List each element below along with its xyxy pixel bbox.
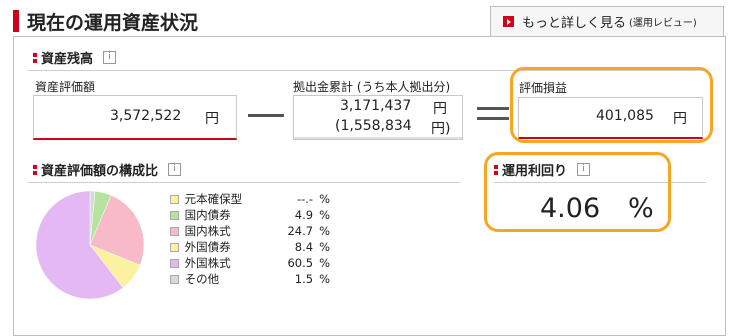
legend-value: --.- xyxy=(296,192,314,206)
minus-sign xyxy=(248,114,284,117)
legend-value: 24.7 xyxy=(287,224,314,238)
gain-highlight-oval xyxy=(510,67,713,143)
composition-section-header: 資産評価額の構成比 i xyxy=(33,160,182,179)
legend-label: 国内債券 xyxy=(184,208,231,222)
composition-divider xyxy=(28,182,460,183)
legend-value: 8.4 xyxy=(294,240,314,254)
info-icon[interactable]: i xyxy=(168,163,182,176)
legend-label: 元本確保型 xyxy=(184,192,243,206)
legend-unit: % xyxy=(319,272,330,286)
asset-value-yen: 円 xyxy=(205,111,219,127)
legend-item: 国内株式 24.7 % xyxy=(170,223,330,239)
composition-pie-chart xyxy=(35,190,145,300)
legend-item: 外国債券 8.4 % xyxy=(170,239,330,255)
legend-unit: % xyxy=(319,224,330,238)
equals-sign-bottom xyxy=(477,117,509,120)
legend-label: 外国債券 xyxy=(184,240,231,254)
contribution-personal-yen: 円) xyxy=(431,121,451,137)
composition-legend: 元本確保型 --.- % 国内債券 4.9 % 国内株式 24.7 % 外国債券… xyxy=(170,191,330,287)
section-marker-icon xyxy=(33,52,37,57)
legend-swatch xyxy=(170,258,179,268)
legend-swatch xyxy=(170,274,179,284)
legend-swatch xyxy=(170,210,179,220)
legend-unit: % xyxy=(319,256,330,270)
asset-value: 3,572,522 xyxy=(110,108,182,124)
legend-label: その他 xyxy=(184,272,220,286)
contribution-personal: (1,558,834 xyxy=(335,118,412,134)
legend-label: 国内株式 xyxy=(184,224,231,238)
arrow-right-icon xyxy=(503,16,514,27)
more-details-sublabel: (運用レビュー) xyxy=(629,18,697,29)
more-details-label: もっと詳しく見る xyxy=(522,16,627,31)
legend-label: 外国株式 xyxy=(184,256,231,270)
legend-swatch xyxy=(170,194,179,204)
legend-value: 60.5 xyxy=(287,256,314,270)
balance-section-title: 資産残高 xyxy=(41,52,94,67)
legend-value: 4.9 xyxy=(294,208,314,222)
legend-swatch xyxy=(170,226,179,236)
more-details-button[interactable]: もっと詳しく見る (運用レビュー) xyxy=(490,6,724,36)
equals-sign-top xyxy=(477,107,509,110)
legend-unit: % xyxy=(319,192,330,206)
section-marker-icon xyxy=(33,164,37,169)
legend-swatch xyxy=(170,242,179,252)
composition-section-title: 資産評価額の構成比 xyxy=(41,164,159,179)
legend-item: その他 1.5 % xyxy=(170,271,330,287)
legend-unit: % xyxy=(319,208,330,222)
legend-item: 元本確保型 --.- % xyxy=(170,191,330,207)
legend-item: 外国株式 60.5 % xyxy=(170,255,330,271)
yield-highlight-oval xyxy=(484,152,671,232)
contribution-total: 3,171,437 xyxy=(340,98,412,114)
asset-value-label: 資産評価額 xyxy=(35,80,96,94)
title-accent-bar xyxy=(13,10,19,32)
contribution-label: 拠出金累計 (うち本人拠出分) xyxy=(293,80,451,94)
page-title: 現在の運用資産状況 xyxy=(27,12,199,34)
legend-item: 国内債券 4.9 % xyxy=(170,207,330,223)
info-icon[interactable]: i xyxy=(103,51,117,64)
legend-value: 1.5 xyxy=(294,272,314,286)
contribution-total-yen: 円 xyxy=(433,101,447,117)
balance-section-header: 資産残高 i xyxy=(33,48,117,67)
legend-unit: % xyxy=(319,240,330,254)
